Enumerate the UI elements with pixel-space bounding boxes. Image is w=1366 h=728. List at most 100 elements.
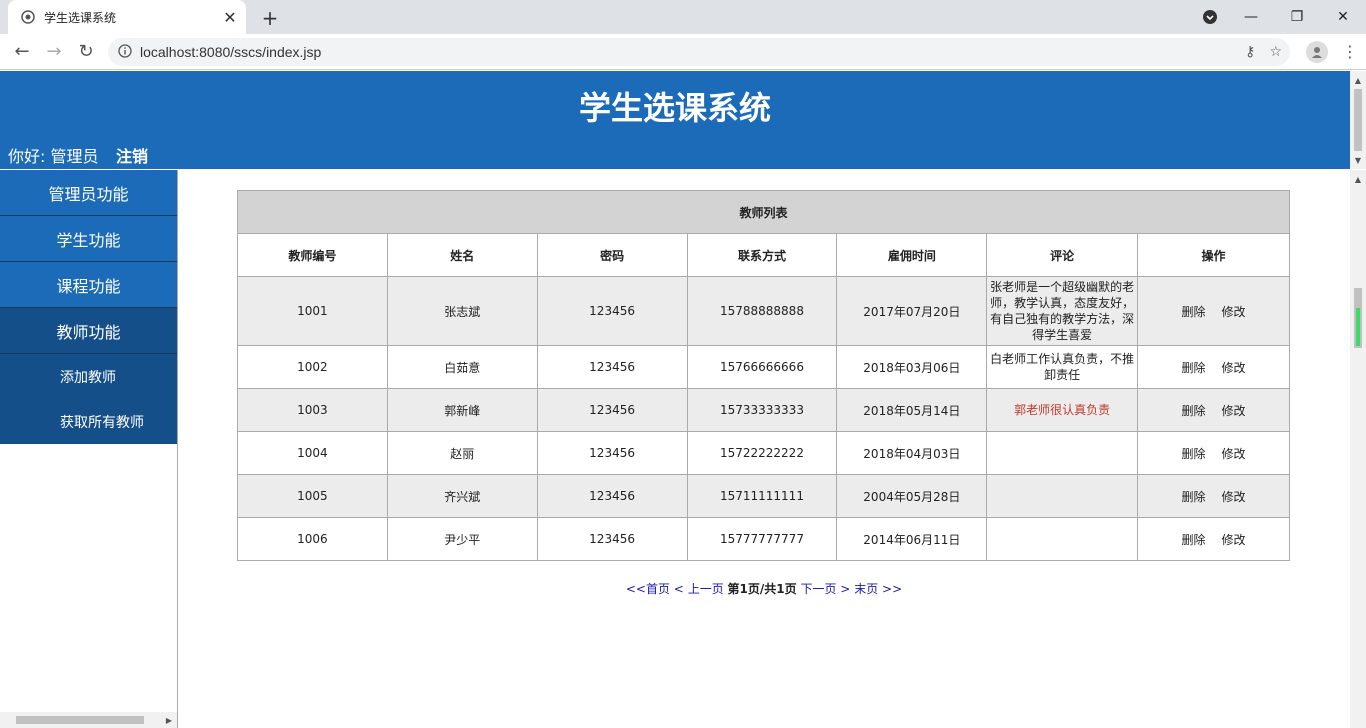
scrollbar-thumb[interactable] bbox=[1354, 89, 1362, 151]
delete-link[interactable]: 删除 bbox=[1182, 531, 1206, 548]
scrollbar-thumb[interactable] bbox=[16, 716, 144, 724]
cell-password: 123456 bbox=[536, 474, 688, 518]
cell-comment: 郭老师很认真负责 bbox=[986, 388, 1139, 432]
browser-tab[interactable]: 学生选课系统 ✕ bbox=[8, 0, 246, 34]
sidebar-item-teacher[interactable]: 教师功能 bbox=[0, 308, 177, 354]
next-page-link[interactable]: 下一页 bbox=[800, 582, 836, 596]
prev-page-link[interactable]: 上一页 bbox=[688, 582, 724, 596]
back-button[interactable]: ← bbox=[6, 36, 38, 68]
scroll-right-icon[interactable]: ▶ bbox=[161, 713, 177, 727]
column-header: 操作 bbox=[1137, 233, 1290, 277]
cell-password: 123456 bbox=[536, 517, 688, 561]
cell-password: 123456 bbox=[536, 388, 688, 432]
delete-link[interactable]: 删除 bbox=[1182, 488, 1206, 505]
minimize-button[interactable]: — bbox=[1228, 0, 1274, 34]
current-page-text: 第1页/共1页 bbox=[727, 582, 797, 596]
menu-icon[interactable]: ⋮ bbox=[1342, 42, 1358, 61]
column-header: 联系方式 bbox=[686, 233, 838, 277]
delete-link[interactable]: 删除 bbox=[1182, 445, 1206, 462]
cell-comment: 白老师工作认真负责，不推卸责任 bbox=[986, 345, 1139, 389]
pagination: <<首页 < 上一页 第1页/共1页 下一页 > 末页 >> bbox=[178, 580, 1350, 597]
new-tab-button[interactable]: + bbox=[256, 4, 284, 32]
pager-separator: > bbox=[840, 582, 851, 596]
cell-id: 1001 bbox=[237, 276, 388, 346]
column-header: 雇佣时间 bbox=[836, 233, 988, 277]
cell-password: 123456 bbox=[536, 431, 688, 475]
cell-phone: 15722222222 bbox=[686, 431, 838, 475]
sidebar-subitem-all-teachers[interactable]: 获取所有教师 bbox=[0, 399, 177, 444]
delete-link[interactable]: 删除 bbox=[1182, 402, 1206, 419]
cell-actions: 删除 修改 bbox=[1137, 276, 1290, 346]
cell-name: 尹少平 bbox=[386, 517, 538, 561]
pager-separator: < bbox=[673, 582, 684, 596]
reload-button[interactable]: ↻ bbox=[70, 36, 102, 68]
sidebar-item-course[interactable]: 课程功能 bbox=[0, 262, 177, 308]
browser-tabbar: 学生选课系统 ✕ + — ❐ ✕ bbox=[0, 0, 1366, 34]
logout-link[interactable]: 注销 bbox=[116, 143, 148, 167]
main-content: 教师列表 教师编号 姓名 密码 联系方式 雇佣时间 评论 操作 1001 张志斌… bbox=[178, 170, 1350, 728]
tab-search-icon[interactable] bbox=[1192, 0, 1228, 34]
forward-button[interactable]: → bbox=[38, 36, 70, 68]
key-icon[interactable]: ⚷ bbox=[1245, 44, 1255, 60]
cell-actions: 删除 修改 bbox=[1137, 345, 1290, 389]
cell-actions: 删除 修改 bbox=[1137, 388, 1290, 432]
table-row: 1003 郭新峰 123456 15733333333 2018年05月14日 … bbox=[237, 388, 1290, 432]
column-header: 姓名 bbox=[386, 233, 538, 277]
address-bar[interactable]: localhost:8080/sscs/index.jsp ⚷ ☆ bbox=[108, 38, 1290, 66]
cell-name: 郭新峰 bbox=[386, 388, 538, 432]
edit-link[interactable]: 修改 bbox=[1222, 303, 1246, 320]
close-tab-icon[interactable]: ✕ bbox=[218, 5, 242, 29]
cell-name: 白茹意 bbox=[386, 345, 538, 389]
cell-comment bbox=[986, 474, 1139, 518]
profile-avatar[interactable] bbox=[1306, 40, 1328, 63]
sidebar-subitem-add-teacher[interactable]: 添加教师 bbox=[0, 354, 177, 399]
last-page-link[interactable]: 末页 bbox=[854, 582, 878, 596]
scroll-down-icon[interactable]: ▼ bbox=[1350, 153, 1366, 167]
browser-toolbar: ← → ↻ localhost:8080/sscs/index.jsp ⚷ ☆ … bbox=[0, 34, 1366, 70]
info-icon[interactable] bbox=[118, 43, 132, 62]
cell-hired: 2014年06月11日 bbox=[836, 517, 988, 561]
edit-link[interactable]: 修改 bbox=[1222, 402, 1246, 419]
column-header: 教师编号 bbox=[237, 233, 388, 277]
table-header-row: 教师编号 姓名 密码 联系方式 雇佣时间 评论 操作 bbox=[237, 233, 1290, 277]
edit-link[interactable]: 修改 bbox=[1222, 531, 1246, 548]
sidebar-item-admin[interactable]: 管理员功能 bbox=[0, 170, 177, 216]
edit-link[interactable]: 修改 bbox=[1222, 359, 1246, 376]
sidebar-hscrollbar[interactable]: ▶ bbox=[0, 712, 177, 728]
scroll-up-icon[interactable]: ▲ bbox=[1350, 172, 1366, 186]
edit-link[interactable]: 修改 bbox=[1222, 445, 1246, 462]
cell-phone: 15788888888 bbox=[686, 276, 838, 346]
cell-phone: 15777777777 bbox=[686, 517, 838, 561]
cell-phone: 15766666666 bbox=[686, 345, 838, 389]
star-icon[interactable]: ☆ bbox=[1269, 44, 1282, 60]
edit-link[interactable]: 修改 bbox=[1222, 488, 1246, 505]
table-row: 1004 赵丽 123456 15722222222 2018年04月03日 删… bbox=[237, 431, 1290, 475]
column-header: 评论 bbox=[986, 233, 1139, 277]
cell-id: 1006 bbox=[237, 517, 388, 561]
first-page-link[interactable]: <<首页 bbox=[626, 582, 670, 596]
close-window-button[interactable]: ✕ bbox=[1320, 0, 1366, 34]
sidebar-item-student[interactable]: 学生功能 bbox=[0, 216, 177, 262]
cell-phone: 15711111111 bbox=[686, 474, 838, 518]
cell-hired: 2018年04月03日 bbox=[836, 431, 988, 475]
greeting-text: 你好: 管理员 bbox=[8, 147, 99, 166]
scroll-up-icon[interactable]: ▲ bbox=[1350, 73, 1366, 87]
delete-link[interactable]: 删除 bbox=[1182, 303, 1206, 320]
cell-id: 1003 bbox=[237, 388, 388, 432]
cell-hired: 2004年05月28日 bbox=[836, 474, 988, 518]
table-caption: 教师列表 bbox=[237, 190, 1290, 234]
table-row: 1002 白茹意 123456 15766666666 2018年03月06日 … bbox=[237, 345, 1290, 389]
teacher-table: 教师列表 教师编号 姓名 密码 联系方式 雇佣时间 评论 操作 1001 张志斌… bbox=[237, 190, 1290, 561]
cell-actions: 删除 修改 bbox=[1137, 474, 1290, 518]
cell-hired: 2017年07月20日 bbox=[836, 276, 988, 346]
cell-comment: 张老师是一个超级幽默的老师，教学认真，态度友好，有自己独有的教学方法，深得学生喜… bbox=[986, 276, 1139, 346]
header-scrollbar[interactable]: ▲ ▼ bbox=[1350, 71, 1366, 169]
restore-button[interactable]: ❐ bbox=[1274, 0, 1320, 34]
delete-link[interactable]: 删除 bbox=[1182, 359, 1206, 376]
main-scrollbar[interactable]: ▲ bbox=[1350, 170, 1366, 728]
table-row: 1006 尹少平 123456 15777777777 2014年06月11日 … bbox=[237, 517, 1290, 561]
cell-id: 1005 bbox=[237, 474, 388, 518]
cell-name: 张志斌 bbox=[386, 276, 538, 346]
cell-hired: 2018年03月06日 bbox=[836, 345, 988, 389]
scroll-marker bbox=[1356, 308, 1360, 346]
